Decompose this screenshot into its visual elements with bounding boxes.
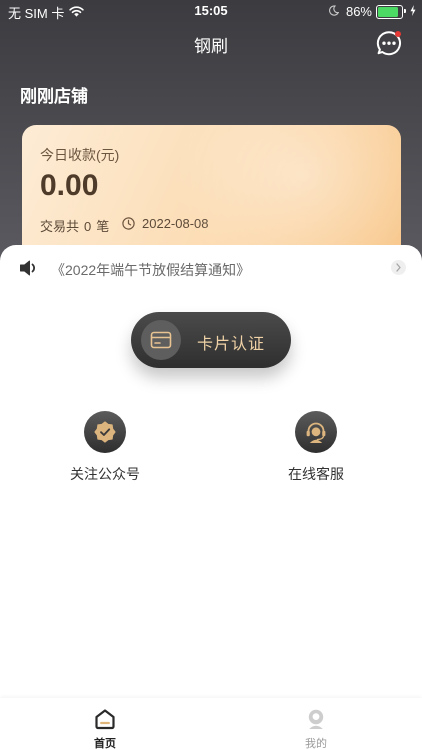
today-income-card[interactable]: 今日收款(元) 0.00 交易共 0 笔 2022-08-08 [22,125,401,265]
tx-count: 0 [84,219,92,234]
income-label: 今日收款(元) [40,147,120,163]
battery-icon [376,4,406,19]
tab-home-label: 首页 [94,738,116,750]
page-title: 钢刷 [194,37,228,56]
speaker-icon [19,259,39,282]
notice-text[interactable]: 《2022年端午节放假结算通知》 [51,260,250,280]
status-right: 86% [329,4,416,19]
income-date: 2022-08-08 [142,216,209,231]
action-label: 在线客服 [288,466,344,482]
follow-official-account-button[interactable]: 关注公众号 [45,411,165,491]
headset-icon [295,411,337,453]
notice-bar[interactable]: 《2022年端午节放假结算通知》 [0,257,422,279]
card-auth-button[interactable]: 卡片认证 [131,312,291,368]
transaction-count: 交易共 0 笔 [40,216,114,235]
moon-icon [329,4,340,19]
user-icon [305,708,327,730]
income-amount: 0.00 [40,169,99,202]
chevron-right-icon[interactable] [391,260,406,275]
verified-badge-icon [84,411,126,453]
status-bar: 无 SIM 卡 15:05 86% [0,0,422,22]
tx-prefix: 交易共 [40,219,80,234]
tx-suffix: 笔 [96,219,110,234]
notification-dot [395,31,401,37]
content-sheet: 《2022年端午节放假结算通知》 卡片认证 关注公众号 在线客服 [0,245,422,750]
tab-mine-label: 我的 [305,738,327,750]
app-screen: 无 SIM 卡 15:05 86% 钢刷 刚刚店铺 今日收款(元) 0.00 交… [0,0,422,750]
tab-home[interactable]: 首页 [55,698,155,750]
card-auth-label: 卡片认证 [197,336,266,353]
charging-bolt-icon [410,4,416,19]
card-icon [141,320,181,360]
battery-level [378,6,398,17]
tab-mine[interactable]: 我的 [266,698,366,750]
chat-bubble-icon[interactable] [375,29,403,57]
battery-percent: 86% [345,4,372,19]
store-name: 刚刚店铺 [20,87,88,106]
home-icon [94,708,116,730]
action-label: 关注公众号 [70,466,140,482]
clock-icon [122,217,135,230]
online-support-button[interactable]: 在线客服 [256,411,376,491]
tab-bar: 首页 我的 [0,698,422,750]
